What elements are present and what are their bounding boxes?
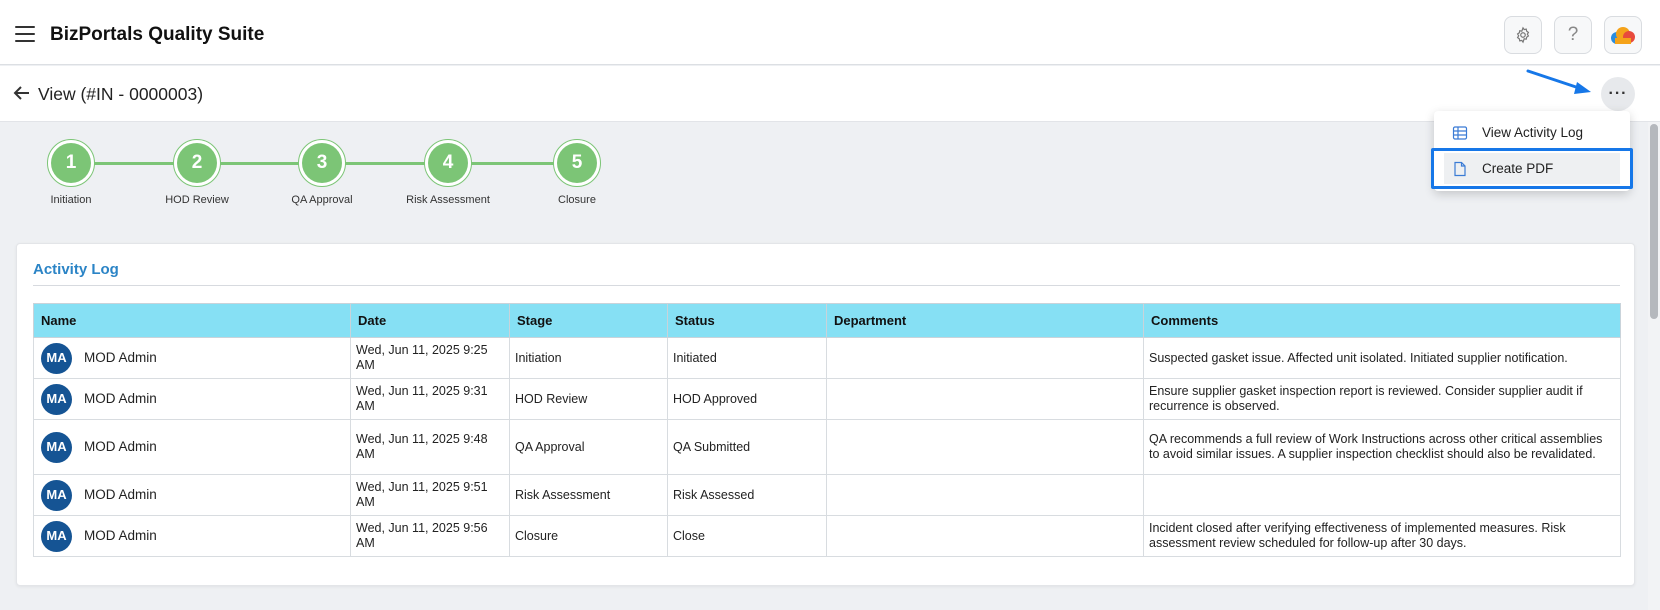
more-options-button[interactable]: ··· [1601, 77, 1635, 111]
activity-log-card: Activity Log Name Date Stage Status Depa… [16, 243, 1635, 586]
date-cell: Wed, Jun 11, 2025 9:51 AM [350, 474, 510, 516]
stage-cell: QA Approval [509, 419, 668, 475]
table-row: MA MOD Admin Wed, Jun 11, 2025 9:25 AM In… [33, 337, 1621, 379]
step-number: 4 [428, 143, 468, 183]
settings-button[interactable] [1504, 16, 1542, 54]
date-cell: Wed, Jun 11, 2025 9:31 AM [350, 378, 510, 420]
avatar: MA [41, 479, 72, 511]
column-header-date[interactable]: Date [350, 303, 510, 338]
step-qa-approval[interactable]: 3 QA Approval [257, 139, 387, 206]
table-row: MA MOD Admin Wed, Jun 11, 2025 9:56 AM Cl… [33, 515, 1621, 557]
pointer-arrow-icon [1526, 69, 1591, 94]
user-name: MOD Admin [84, 438, 157, 454]
step-closure[interactable]: 5 Closure [512, 139, 642, 206]
step-label: Initiation [50, 194, 92, 206]
table-row: MA MOD Admin Wed, Jun 11, 2025 9:48 AM QA… [33, 419, 1621, 475]
comments-cell [1143, 474, 1621, 516]
stage-cell: Risk Assessment [509, 474, 668, 516]
step-label: QA Approval [291, 194, 353, 206]
cloud-logo-icon [1611, 27, 1635, 44]
menu-item-view-activity-log[interactable]: View Activity Log [1444, 117, 1620, 148]
avatar: MA [41, 520, 72, 552]
step-label: Risk Assessment [406, 194, 490, 206]
highlight-box [1431, 148, 1633, 189]
app-title: BizPortals Quality Suite [50, 24, 265, 45]
date-cell: Wed, Jun 11, 2025 9:25 AM [350, 337, 510, 379]
step-number: 3 [302, 143, 342, 183]
back-arrow-icon[interactable] [12, 83, 32, 103]
table-row: MA MOD Admin Wed, Jun 11, 2025 9:31 AM HO… [33, 378, 1621, 420]
table-row: MA MOD Admin Wed, Jun 11, 2025 9:51 AM Ri… [33, 474, 1621, 516]
step-hod-review[interactable]: 2 HOD Review [132, 139, 262, 206]
avatar: MA [41, 431, 72, 463]
comments-cell: Incident closed after verifying effectiv… [1143, 515, 1621, 557]
stage-cell: Closure [509, 515, 668, 557]
step-risk-assessment[interactable]: 4 Risk Assessment [383, 139, 513, 206]
department-cell [826, 378, 1144, 420]
gear-icon [1516, 26, 1530, 44]
table-header-row: Name Date Stage Status Department Commen… [33, 303, 1621, 338]
department-cell [826, 474, 1144, 516]
app-bar: BizPortals Quality Suite ? [0, 0, 1660, 65]
page-title: View (#IN - 0000003) [38, 84, 204, 104]
status-cell: Risk Assessed [667, 474, 827, 516]
department-cell [826, 419, 1144, 475]
status-cell: Initiated [667, 337, 827, 379]
help-button[interactable]: ? [1554, 16, 1592, 54]
card-title: Activity Log [33, 261, 119, 278]
user-name: MOD Admin [84, 349, 157, 365]
vertical-scrollbar[interactable] [1648, 122, 1660, 610]
step-number: 2 [177, 143, 217, 183]
date-cell: Wed, Jun 11, 2025 9:56 AM [350, 515, 510, 557]
avatar: MA [41, 383, 72, 415]
step-number: 1 [51, 143, 91, 183]
user-name: MOD Admin [84, 390, 157, 406]
workflow-stepper: 1 Initiation 2 HOD Review 3 QA Approval … [0, 122, 1640, 222]
app-logo-button[interactable] [1604, 16, 1642, 54]
step-number: 5 [557, 143, 597, 183]
date-cell: Wed, Jun 11, 2025 9:48 AM [350, 419, 510, 475]
status-cell: QA Submitted [667, 419, 827, 475]
comments-cell: Suspected gasket issue. Affected unit is… [1143, 337, 1621, 379]
avatar: MA [41, 342, 72, 374]
column-header-status[interactable]: Status [667, 303, 827, 338]
comments-cell: Ensure supplier gasket inspection report… [1143, 378, 1621, 420]
column-header-name[interactable]: Name [33, 303, 351, 338]
view-header: View (#IN - 0000003) ··· [0, 66, 1660, 122]
user-name: MOD Admin [84, 486, 157, 502]
menu-item-label: View Activity Log [1482, 125, 1584, 140]
column-header-comments[interactable]: Comments [1143, 303, 1621, 338]
stage-cell: HOD Review [509, 378, 668, 420]
status-cell: Close [667, 515, 827, 557]
help-icon: ? [1567, 24, 1579, 45]
activity-log-table: Name Date Stage Status Department Commen… [33, 303, 1621, 557]
divider [33, 285, 1620, 286]
step-label: HOD Review [165, 194, 229, 206]
department-cell [826, 515, 1144, 557]
column-header-department[interactable]: Department [826, 303, 1144, 338]
scrollbar-thumb[interactable] [1650, 124, 1658, 319]
column-header-stage[interactable]: Stage [509, 303, 668, 338]
stage-cell: Initiation [509, 337, 668, 379]
hamburger-menu-icon[interactable] [15, 26, 35, 42]
step-label: Closure [558, 194, 596, 206]
step-initiation[interactable]: 1 Initiation [6, 139, 136, 206]
department-cell [826, 337, 1144, 379]
user-name: MOD Admin [84, 527, 157, 543]
status-cell: HOD Approved [667, 378, 827, 420]
comments-cell: QA recommends a full review of Work Inst… [1143, 419, 1621, 475]
table-icon [1452, 125, 1468, 140]
